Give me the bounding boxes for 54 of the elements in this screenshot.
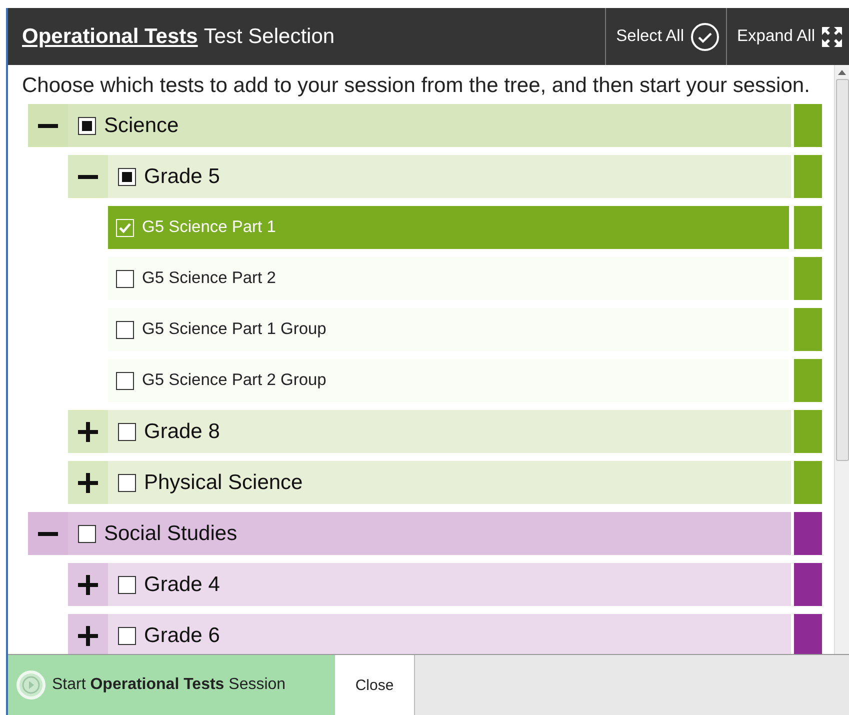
checkbox[interactable]: [118, 422, 136, 440]
subject-color-bar: [794, 257, 822, 300]
checkbox[interactable]: [118, 168, 136, 186]
subject-color-bar: [794, 359, 822, 402]
start-session-button[interactable]: Start Operational Tests Session: [8, 655, 335, 715]
tree-item[interactable]: Grade 6: [108, 614, 791, 654]
expand-icon: [821, 26, 843, 48]
scrollbar[interactable]: [834, 65, 849, 654]
subject-color-bar: [794, 206, 822, 249]
checkbox[interactable]: [78, 524, 96, 542]
play-icon: [16, 670, 46, 700]
checkbox[interactable]: [118, 626, 136, 644]
tree-item[interactable]: Physical Science: [108, 461, 791, 504]
subject-color-bar: [794, 155, 822, 198]
subject-color-bar: [794, 461, 822, 504]
expand-button[interactable]: [68, 563, 108, 606]
tree-item[interactable]: G5 Science Part 2 Group: [108, 359, 791, 402]
check-circle-icon: [690, 22, 720, 52]
subject-color-bar: [794, 614, 822, 654]
expand-button[interactable]: [68, 410, 108, 453]
tree-item[interactable]: Grade 8: [108, 410, 791, 453]
plus-icon: [78, 422, 98, 442]
tree-item[interactable]: Grade 4: [108, 563, 791, 606]
instructions-text: Choose which tests to add to your session from the tree, and then start your session.: [21, 73, 811, 99]
select-all-button[interactable]: Select All: [605, 8, 726, 65]
tree-item[interactable]: G5 Science Part 1 Group: [108, 308, 791, 351]
collapse-button[interactable]: [28, 104, 68, 147]
window-title: Test Selection: [204, 24, 335, 48]
expand-all-button[interactable]: Expand All: [726, 8, 849, 65]
title-link[interactable]: Operational Tests: [22, 24, 198, 48]
minus-icon: [38, 532, 58, 536]
subject-color-bar: [794, 308, 822, 351]
minus-icon: [38, 124, 58, 128]
expand-button[interactable]: [68, 614, 108, 654]
checkbox[interactable]: [118, 474, 136, 492]
subject-color-bar: [794, 563, 822, 606]
minus-icon: [78, 174, 98, 178]
tree-item[interactable]: G5 Science Part 2: [108, 257, 791, 300]
collapse-button[interactable]: [68, 155, 108, 198]
checkbox[interactable]: [116, 270, 134, 288]
checkbox[interactable]: [116, 320, 134, 338]
collapse-button[interactable]: [28, 512, 68, 555]
plus-icon: [78, 472, 98, 492]
plus-icon: [78, 574, 98, 594]
checkbox[interactable]: [78, 116, 96, 134]
tree-item[interactable]: Social Studies: [68, 512, 791, 555]
checkbox[interactable]: [116, 372, 134, 390]
subject-color-bar: [794, 410, 822, 453]
tree-item[interactable]: Science: [68, 104, 791, 147]
scroll-up-arrow-icon[interactable]: [838, 70, 846, 75]
plus-icon: [78, 626, 98, 646]
checkbox[interactable]: [118, 576, 136, 594]
expand-button[interactable]: [68, 461, 108, 504]
tree-item[interactable]: Grade 5: [108, 155, 791, 198]
